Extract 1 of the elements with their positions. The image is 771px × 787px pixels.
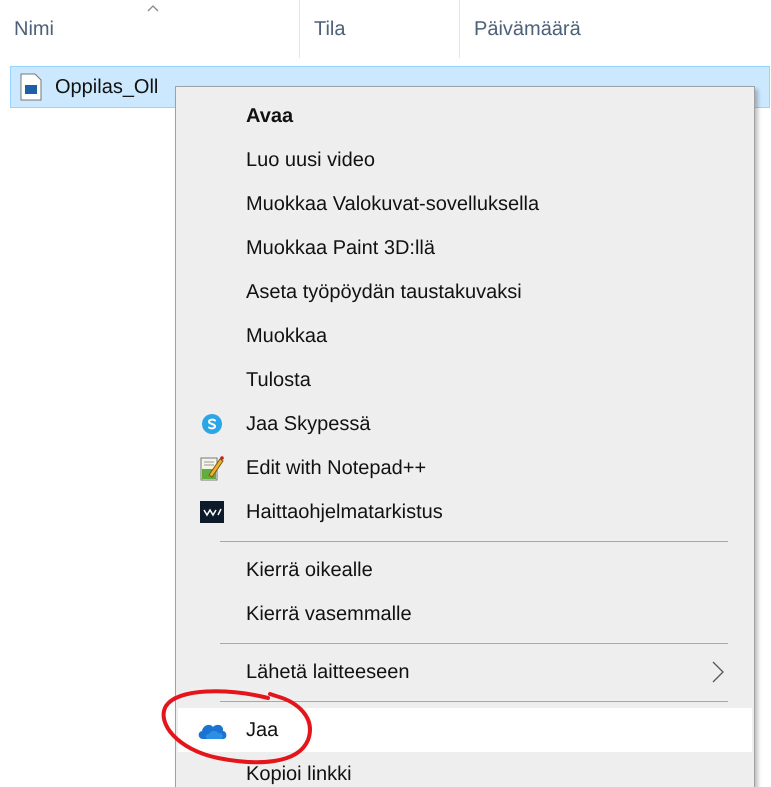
file-name: Oppilas_Oll xyxy=(55,75,158,100)
